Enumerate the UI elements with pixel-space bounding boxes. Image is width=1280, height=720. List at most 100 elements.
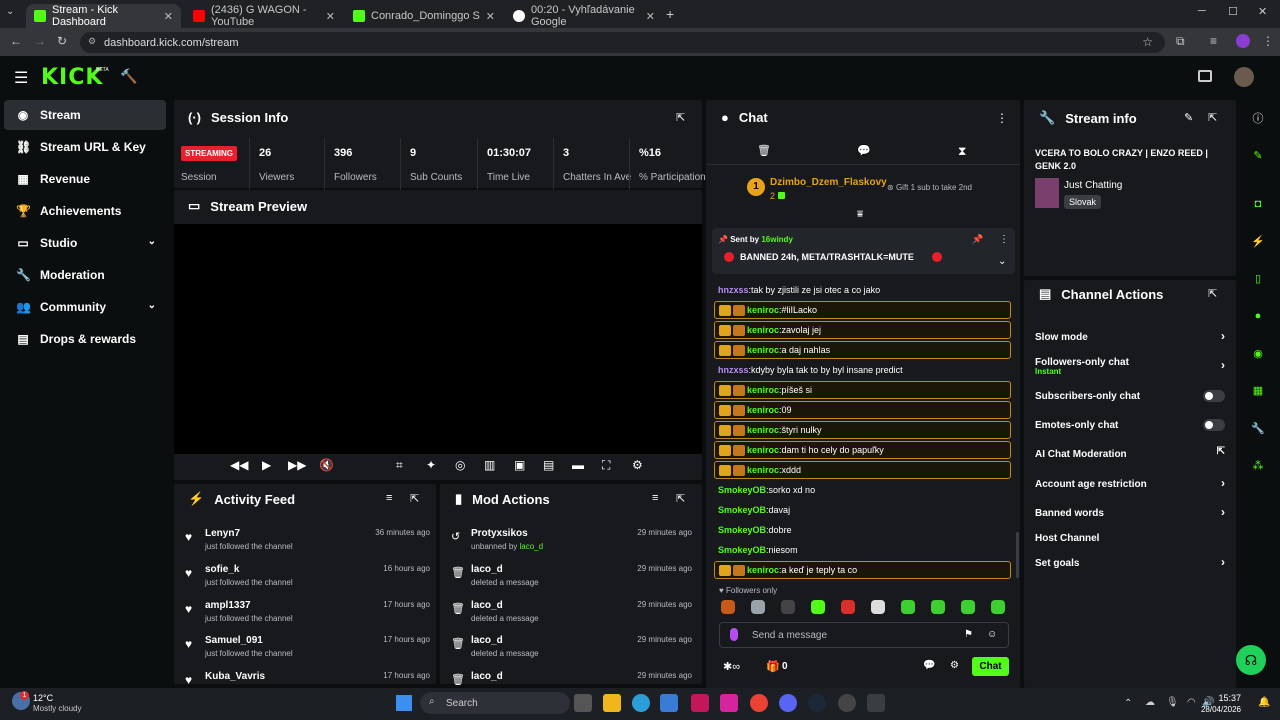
- browser-tab[interactable]: 00:20 - Vyhľadávanie Google ✕: [505, 4, 663, 28]
- action-account-age[interactable]: Account age restriction ›: [1035, 474, 1225, 494]
- gift-icon[interactable]: 🎁: [766, 660, 780, 673]
- action-followers-only[interactable]: Followers-only chat ›: [1035, 352, 1225, 373]
- lightning-icon[interactable]: ⚡: [1246, 229, 1270, 253]
- profile-avatar[interactable]: [1236, 34, 1250, 48]
- popout-icon[interactable]: ⇱: [410, 492, 419, 505]
- chat-message[interactable]: keniroc: a keď je teply ta co: [714, 561, 1011, 579]
- chat-message[interactable]: hnzxss: kdyby byla tak to by byl insane …: [714, 361, 1011, 379]
- activity-user[interactable]: Lenyn7: [205, 528, 240, 539]
- mod-target[interactable]: laco_d: [471, 671, 503, 682]
- chat-username[interactable]: SmokeyOB: [718, 505, 766, 515]
- chat-username[interactable]: keniroc: [747, 405, 779, 415]
- chat-message[interactable]: SmokeyOB: sorko xd no: [714, 481, 1011, 499]
- url-input[interactable]: ⚙ dashboard.kick.com/stream ☆: [80, 32, 1165, 53]
- chat-settings-icon[interactable]: ⚙: [950, 660, 959, 671]
- tools-icon[interactable]: 🔨: [120, 68, 137, 85]
- chat-message[interactable]: keniroc: 09: [714, 401, 1011, 419]
- chat-username[interactable]: keniroc: [747, 345, 779, 355]
- chevron-down-icon[interactable]: ⌄: [998, 256, 1006, 267]
- camera-icon[interactable]: ◘: [1246, 192, 1270, 216]
- discord-icon[interactable]: [779, 694, 797, 712]
- popout-icon[interactable]: ⇱: [676, 111, 685, 124]
- filter-icon[interactable]: ≡: [386, 492, 392, 504]
- play-icon[interactable]: ▶: [262, 458, 271, 472]
- forward-icon[interactable]: →: [34, 34, 46, 48]
- chat-username[interactable]: SmokeyOB: [718, 545, 766, 555]
- filter-icon[interactable]: ≡: [652, 492, 658, 504]
- category-name[interactable]: Just Chatting: [1064, 180, 1122, 191]
- activity-user[interactable]: Samuel_091: [205, 635, 263, 646]
- sidebar-item-studio[interactable]: ▭ Studio ⌄: [4, 228, 166, 258]
- browser-menu-icon[interactable]: ⋮: [1262, 34, 1274, 48]
- media-icon[interactable]: ≡: [1210, 34, 1217, 48]
- record-icon[interactable]: ▤: [543, 458, 554, 472]
- activity-user[interactable]: ampl1337: [205, 600, 251, 611]
- emote-icon[interactable]: [721, 600, 735, 614]
- chevron-up-icon[interactable]: ⌃: [1124, 698, 1132, 709]
- microphone-icon[interactable]: [730, 628, 738, 641]
- chrome-icon[interactable]: [750, 694, 768, 712]
- layout-icon[interactable]: ▦: [1246, 378, 1270, 402]
- taskbar-search[interactable]: ⌕ Search: [420, 692, 570, 714]
- obs-icon[interactable]: [838, 694, 856, 712]
- sparkle-icon[interactable]: ✦: [426, 458, 436, 472]
- chat-message[interactable]: keniroc: a daj nahlas: [714, 341, 1011, 359]
- emote-icon[interactable]: [811, 600, 825, 614]
- crop-icon[interactable]: ⌗: [396, 458, 403, 473]
- chat-username[interactable]: hnzxss: [718, 365, 749, 375]
- chat-username[interactable]: keniroc: [747, 325, 779, 335]
- pin-icon[interactable]: 📌: [972, 234, 983, 245]
- pinned-menu-icon[interactable]: ⋮: [999, 234, 1009, 245]
- emote-icon[interactable]: [841, 600, 855, 614]
- emotes-only-toggle[interactable]: [1203, 419, 1225, 431]
- instagram-icon[interactable]: [720, 694, 738, 712]
- fullscreen-icon[interactable]: ⛶: [602, 458, 610, 473]
- activity-user[interactable]: sofie_k: [205, 564, 239, 575]
- task-view-icon[interactable]: [574, 694, 592, 712]
- mute-icon[interactable]: 🔇: [319, 458, 334, 472]
- clock-date[interactable]: 28/04/2026: [1200, 705, 1241, 714]
- action-banned-words[interactable]: Banned words ›: [1035, 503, 1225, 523]
- chat-message[interactable]: keniroc: píšeš si: [714, 381, 1011, 399]
- category-thumbnail[interactable]: [1035, 178, 1059, 208]
- windows-start-icon[interactable]: [396, 695, 412, 711]
- translate-icon[interactable]: ⚑: [964, 629, 973, 640]
- trash-icon[interactable]: 🗑: [757, 144, 771, 157]
- fast-forward-icon[interactable]: ▶▶: [288, 458, 306, 472]
- pinned-author[interactable]: 16windy: [761, 235, 793, 244]
- chat-message[interactable]: keniroc: #liILacko: [714, 301, 1011, 319]
- chat-username[interactable]: keniroc: [747, 565, 779, 575]
- chat-username[interactable]: keniroc: [747, 305, 779, 315]
- mod-target[interactable]: laco_d: [471, 635, 503, 646]
- new-tab-icon[interactable]: +: [666, 6, 674, 22]
- action-subscribers-only[interactable]: Subscribers-only chat: [1035, 386, 1225, 406]
- chat-options-icon[interactable]: 💬: [923, 660, 935, 671]
- browser-tab[interactable]: Stream - Kick Dashboard ✕: [26, 4, 181, 28]
- browser-tab[interactable]: Conrado_Dominggo Stream - W ✕: [345, 4, 503, 28]
- pip-icon[interactable]: ▣: [514, 458, 525, 472]
- sidebar-item-achievements[interactable]: 🏆 Achievements: [4, 196, 166, 226]
- chat-scrollbar[interactable]: [1016, 532, 1019, 578]
- action-set-goals[interactable]: Set goals ›: [1035, 553, 1225, 573]
- chat-username[interactable]: hnzxss: [718, 285, 749, 295]
- chat-username[interactable]: keniroc: [747, 445, 779, 455]
- user-avatar[interactable]: [1234, 67, 1254, 87]
- site-info-icon[interactable]: ⚙: [88, 36, 96, 47]
- stats-icon[interactable]: ▥: [484, 458, 495, 472]
- chat-message[interactable]: SmokeyOB: niesom: [714, 541, 1011, 559]
- sidebar-item-drops-rewards[interactable]: ▤ Drops & rewards: [4, 324, 166, 354]
- mod-target[interactable]: Protyxsikos: [471, 528, 528, 539]
- messages-icon[interactable]: 💬: [857, 144, 871, 157]
- clock-time[interactable]: 15:37: [1217, 693, 1241, 703]
- wifi-icon[interactable]: ◠: [1187, 697, 1196, 708]
- edge-icon[interactable]: [632, 694, 650, 712]
- mod-target[interactable]: laco_d: [471, 564, 503, 575]
- close-tab-icon[interactable]: ✕: [486, 10, 495, 23]
- subscribers-only-toggle[interactable]: [1203, 390, 1225, 402]
- emoji-picker-icon[interactable]: ☺: [987, 629, 997, 640]
- chat-message[interactable]: keniroc: xddd: [714, 461, 1011, 479]
- notifications-icon[interactable]: 🔔: [1258, 697, 1270, 708]
- pencil-icon[interactable]: ✎: [1246, 143, 1270, 167]
- steam-icon[interactable]: [808, 694, 826, 712]
- speed-icon[interactable]: ◎: [455, 458, 465, 472]
